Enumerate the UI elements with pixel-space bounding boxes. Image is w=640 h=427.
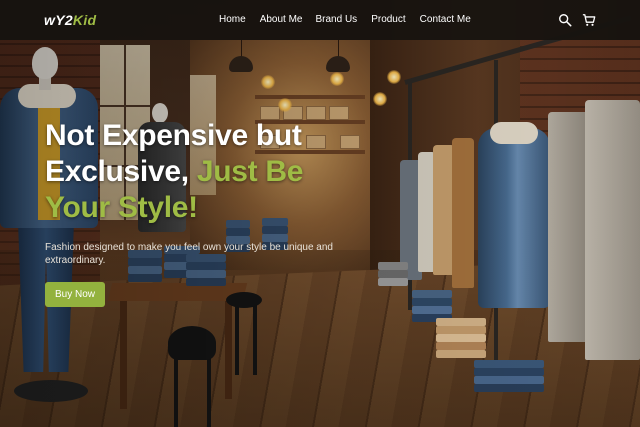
search-icon[interactable] <box>558 13 572 27</box>
hero-subtitle: Fashion designed to make you feel own yo… <box>45 242 333 266</box>
hero-title-line1: Not Expensive but <box>45 119 302 152</box>
navbar: wY2Kid Home About Me Brand Us Product Co… <box>0 0 640 40</box>
nav-link-home[interactable]: Home <box>219 14 246 25</box>
logo-accent-text: Kid <box>72 12 97 28</box>
nav-link-about[interactable]: About Me <box>260 14 303 25</box>
nav-icons <box>558 13 596 27</box>
nav-link-contact[interactable]: Contact Me <box>420 14 471 25</box>
logo-main-text: wY2 <box>44 12 73 28</box>
brand-logo[interactable]: wY2Kid <box>44 12 96 28</box>
nav-link-brand[interactable]: Brand Us <box>316 14 358 25</box>
hero-title-line3: Your Style! <box>45 191 198 224</box>
hero-title-line2a: Exclusive, <box>45 155 189 188</box>
hero-title-line2b: Just Be <box>196 155 304 188</box>
cart-icon[interactable] <box>582 13 596 27</box>
nav-links: Home About Me Brand Us Product Contact M… <box>219 14 471 25</box>
nav-link-product[interactable]: Product <box>371 14 405 25</box>
buy-now-button[interactable]: Buy Now <box>45 282 105 307</box>
hero-title: Not Expensive but Exclusive, Just Be You… <box>45 118 303 226</box>
